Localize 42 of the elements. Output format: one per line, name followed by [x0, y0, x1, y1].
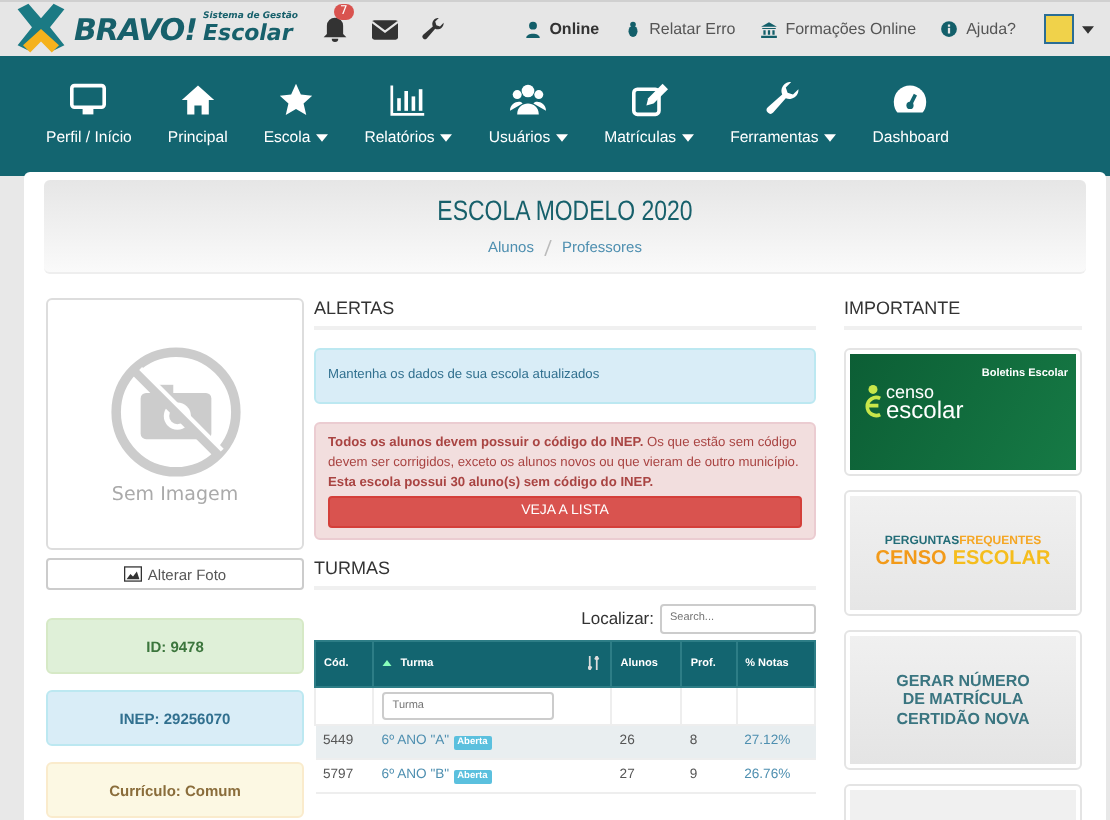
section-heading: ALERTAS — [314, 298, 816, 330]
wrench-icon — [422, 17, 447, 41]
envelope-icon — [372, 19, 399, 39]
logo-mark-icon — [14, 2, 68, 56]
user-icon — [523, 20, 542, 38]
wrench-icon — [765, 82, 802, 118]
logo-product: Escolar — [203, 22, 296, 45]
bank-icon — [759, 20, 778, 38]
logo-brand: BRAVO! — [74, 11, 198, 47]
home-icon — [179, 82, 216, 118]
section-heading: IMPORTANTE — [844, 298, 1082, 330]
info-icon — [940, 20, 959, 38]
bell-icon — [322, 16, 349, 42]
top-link[interactable]: Online — [523, 20, 600, 38]
census-logo-icon — [862, 384, 884, 421]
bar-chart-icon — [390, 82, 427, 118]
avatar-button[interactable] — [1044, 14, 1074, 44]
top-link[interactable]: Ajuda? — [940, 20, 1016, 38]
sort-icon — [588, 656, 603, 671]
sort-up-icon — [382, 660, 393, 667]
banner-text: censo — [886, 384, 935, 401]
section-heading: TURMAS — [314, 557, 816, 590]
monitor-icon — [70, 82, 107, 118]
registration-banner[interactable]: GERAR NÚMERO DE MATRÍCULA CERTIDÃO NOVA — [850, 636, 1076, 764]
slash-icon — [543, 239, 552, 255]
banner-text: ESCOLAR — [952, 548, 1051, 570]
edit-icon — [631, 82, 668, 118]
top-link[interactable]: Relatar Erro — [623, 20, 736, 38]
caret-icon — [1082, 25, 1094, 33]
users-icon — [510, 82, 547, 118]
top-link[interactable]: Formações Online — [759, 20, 917, 38]
page-title: ESCOLA MODELO 2020 — [435, 194, 695, 226]
banner-text: GERAR NÚMERO DE MATRÍCULA CERTIDÃO NOVA — [896, 672, 1030, 728]
gauge-icon — [892, 82, 929, 118]
search-label: Localizar: — [581, 608, 654, 629]
bug-icon — [623, 20, 642, 38]
banner-text: escolar — [886, 400, 964, 422]
no-camera-icon — [107, 343, 243, 479]
banner-text: CENSO — [875, 548, 947, 570]
photo-caption: Sem Imagem — [111, 483, 239, 505]
star-icon — [278, 82, 315, 118]
image-icon — [123, 566, 142, 582]
